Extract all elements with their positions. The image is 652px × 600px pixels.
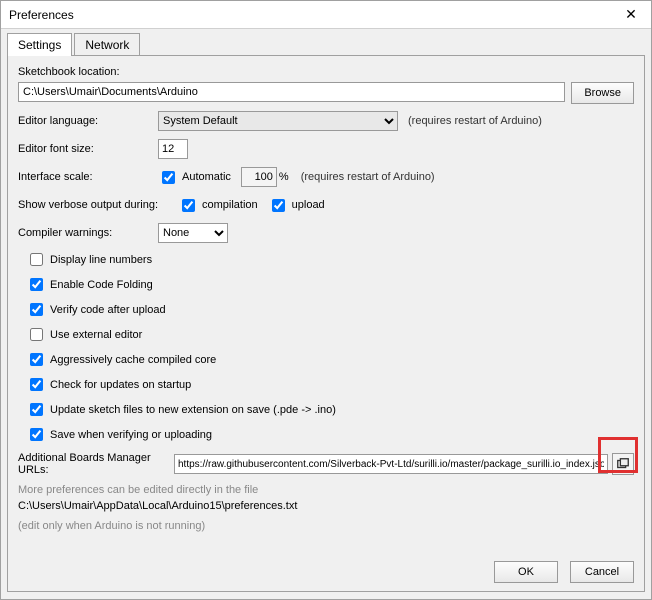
tab-network[interactable]: Network (74, 33, 140, 56)
option-check-updates[interactable]: Check for updates on startup (26, 375, 624, 394)
boards-url-label: Additional Boards Manager URLs: (18, 452, 174, 476)
verbose-upload-checkbox[interactable]: upload (268, 196, 325, 215)
verbose-compilation-checkbox[interactable]: compilation (178, 196, 258, 215)
editor-language-select[interactable]: System Default (158, 111, 398, 131)
boards-url-expand-button[interactable] (612, 453, 634, 475)
prefs-note-1: More preferences can be edited directly … (18, 484, 634, 496)
option-cache-compiled-core[interactable]: Aggressively cache compiled core (26, 350, 624, 369)
close-icon[interactable]: ✕ (619, 3, 643, 27)
editor-language-hint: (requires restart of Arduino) (408, 115, 542, 127)
cancel-button[interactable]: Cancel (570, 561, 634, 583)
percent-sign: % (279, 171, 289, 183)
titlebar: Preferences ✕ (1, 1, 651, 29)
interface-scale-label: Interface scale: (18, 171, 158, 183)
compiler-warnings-label: Compiler warnings: (18, 227, 158, 239)
boards-url-input[interactable] (174, 454, 608, 474)
window-icon (616, 457, 630, 471)
option-verify-after-upload[interactable]: Verify code after upload (26, 300, 624, 319)
editor-language-label: Editor language: (18, 115, 158, 127)
option-save-when-verifying[interactable]: Save when verifying or uploading (26, 425, 624, 444)
option-enable-code-folding[interactable]: Enable Code Folding (26, 275, 624, 294)
interface-scale-input[interactable] (241, 167, 277, 187)
compiler-warnings-select[interactable]: None (158, 223, 228, 243)
tab-strip: Settings Network (1, 29, 651, 56)
auto-checkbox-label: Automatic (182, 171, 231, 183)
auto-checkbox[interactable] (162, 171, 175, 184)
compilation-checkbox[interactable] (182, 199, 195, 212)
preferences-window: Preferences ✕ Settings Network Sketchboo… (0, 0, 652, 600)
options-list: Display line numbers Enable Code Folding… (18, 250, 634, 444)
dialog-footer: OK Cancel (488, 561, 634, 583)
font-size-label: Editor font size: (18, 143, 158, 155)
font-size-input[interactable] (158, 139, 188, 159)
ok-button[interactable]: OK (494, 561, 558, 583)
tab-settings[interactable]: Settings (7, 33, 72, 56)
settings-panel: Sketchbook location: Browse Editor langu… (7, 55, 645, 592)
browse-button[interactable]: Browse (571, 82, 634, 104)
option-display-line-numbers[interactable]: Display line numbers (26, 250, 624, 269)
window-title: Preferences (9, 8, 619, 22)
sketchbook-label: Sketchbook location: (18, 66, 120, 78)
verbose-label: Show verbose output during: (18, 199, 178, 211)
option-use-external-editor[interactable]: Use external editor (26, 325, 624, 344)
interface-scale-auto-checkbox[interactable]: Automatic (158, 168, 231, 187)
upload-checkbox[interactable] (272, 199, 285, 212)
prefs-file-path[interactable]: C:\Users\Umair\AppData\Local\Arduino15\p… (18, 500, 634, 512)
sketchbook-location-input[interactable] (18, 82, 565, 102)
option-update-extension[interactable]: Update sketch files to new extension on … (26, 400, 624, 419)
prefs-note-2: (edit only when Arduino is not running) (18, 520, 634, 532)
interface-scale-hint: (requires restart of Arduino) (301, 171, 435, 183)
